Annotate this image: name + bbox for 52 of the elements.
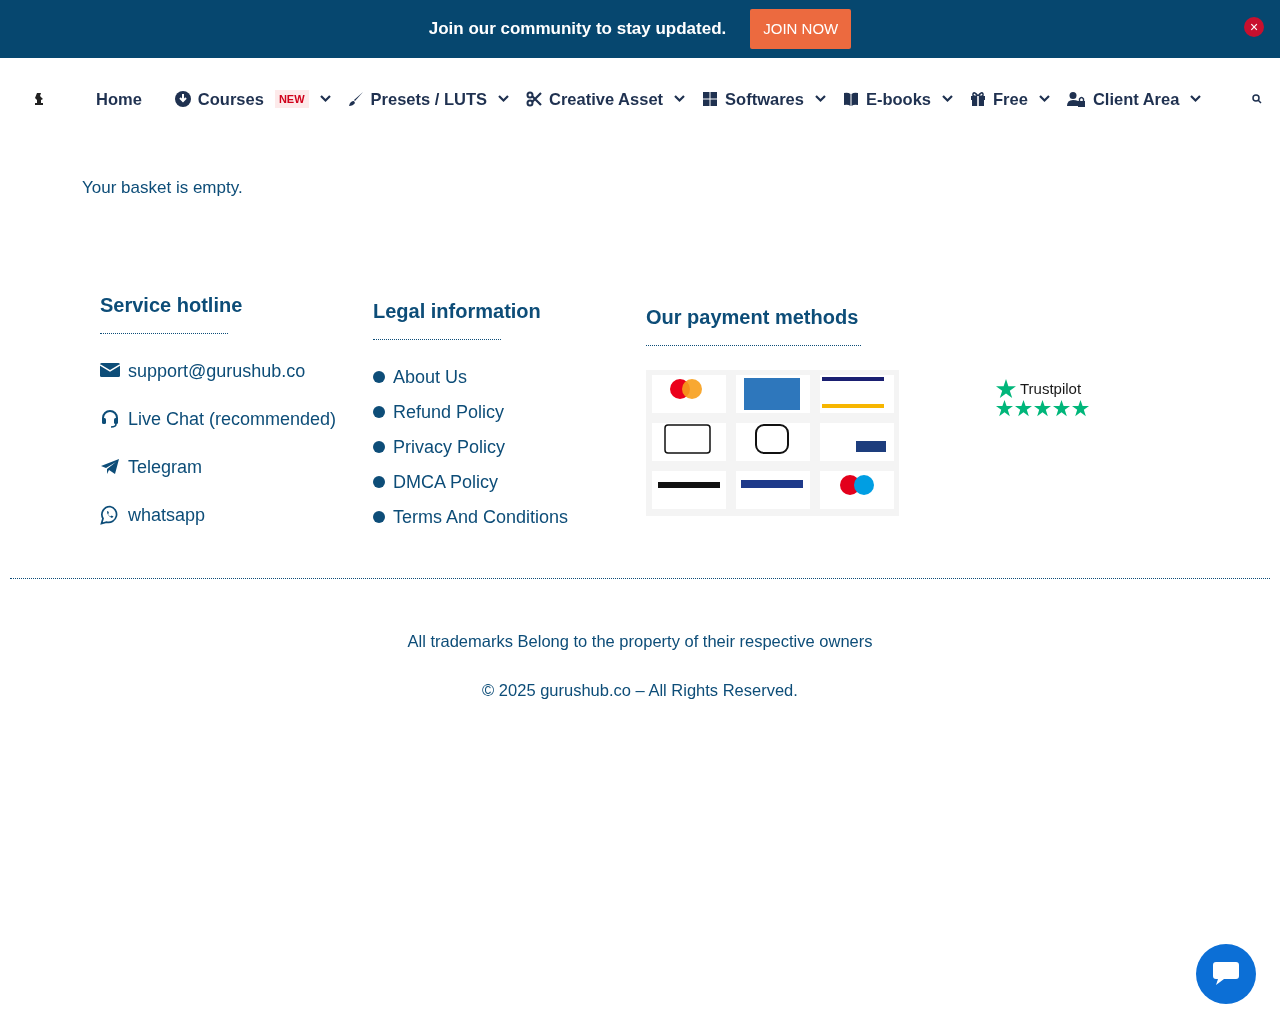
star-icon <box>996 400 1013 417</box>
legal-link[interactable]: Terms And Conditions <box>393 503 569 531</box>
search-icon[interactable] <box>1252 94 1262 104</box>
nav-link[interactable]: Softwares <box>702 86 826 112</box>
star-icon <box>1034 400 1051 417</box>
legal-link[interactable]: About Us <box>393 363 468 391</box>
user-lock-icon <box>1066 91 1086 107</box>
new-badge: NEW <box>274 89 309 109</box>
nav-link[interactable]: Creative Asset <box>526 86 686 112</box>
copyright-text: © 2025 gurushub.co – All Rights Reserved. <box>481 680 799 702</box>
contact-link[interactable]: Telegram <box>100 453 373 481</box>
chat-icon <box>1211 961 1241 987</box>
grid-icon <box>702 91 719 107</box>
nav-link[interactable]: E-books <box>842 86 953 112</box>
section-heading: Our payment methods <box>646 304 860 329</box>
nav-link[interactable]: Home <box>96 86 142 112</box>
section-heading: Service hotline <box>100 292 244 317</box>
legal-link[interactable]: Refund Policy <box>393 398 505 426</box>
whatsapp-icon <box>100 505 120 525</box>
section-heading: Legal information <box>373 298 542 323</box>
star-icon <box>996 379 1016 399</box>
bullet-icon <box>373 511 385 523</box>
close-button[interactable]: × <box>1244 17 1264 37</box>
nav-link[interactable]: Client Area <box>1066 86 1202 112</box>
contact-link[interactable]: Live Chat (recommended) <box>100 405 373 433</box>
logo-icon[interactable] <box>34 92 44 106</box>
bullet-icon <box>373 476 385 488</box>
legal-link[interactable]: DMCA Policy <box>393 468 499 496</box>
nav-link[interactable]: Courses NEW <box>174 86 331 112</box>
bullet-icon <box>373 371 385 383</box>
trustpilot-label: Trustpilot <box>1020 378 1082 399</box>
book-icon <box>842 91 859 107</box>
star-icon <box>1015 400 1032 417</box>
bullet-icon <box>373 406 385 418</box>
announcement-text: Join our community to stay updated. <box>428 18 727 41</box>
trademark-notice: All trademarks Belong to the property of their respective owners <box>406 630 874 652</box>
scissors-icon <box>526 91 542 107</box>
contact-link[interactable]: whatsapp <box>100 501 373 529</box>
empty-basket-message: Your basket is empty. <box>82 177 244 199</box>
star-icon <box>1053 400 1070 417</box>
headset-icon <box>100 409 120 429</box>
gift-icon <box>970 91 986 107</box>
nav-link[interactable]: Presets / LUTS <box>347 86 509 112</box>
paper-plane-icon <box>100 457 120 477</box>
download-icon <box>174 91 191 107</box>
star-icon <box>1072 400 1089 417</box>
bullet-icon <box>373 441 385 453</box>
legal-link[interactable]: Privacy Policy <box>393 433 506 461</box>
brush-icon <box>347 91 364 107</box>
nav-link[interactable]: Free <box>970 86 1050 112</box>
chat-button[interactable] <box>1196 944 1256 1004</box>
contact-link[interactable]: support@gurushub.co <box>100 357 373 385</box>
